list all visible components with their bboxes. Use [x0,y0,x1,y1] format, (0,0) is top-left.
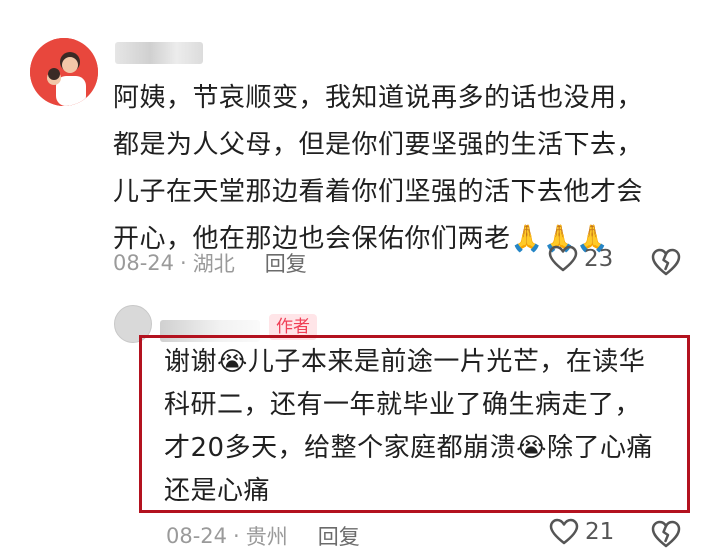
like-count: 23 [584,246,614,272]
dislike-button[interactable] [650,519,682,549]
broken-heart-icon [651,520,681,548]
like-button[interactable]: 23 [548,245,613,273]
like-count: 21 [585,519,615,545]
heart-outline-icon [548,245,578,272]
reply-button[interactable]: 回复 [265,248,307,278]
comment-date: 08-24 [166,524,228,548]
like-button[interactable]: 21 [549,518,614,546]
heart-outline-icon [549,518,579,545]
comment-item: 阿姨，节哀顺变，我知道说再多的话也没用， 都是为人父母，但是你们要坚强的生活下去… [0,0,719,290]
comment-location: 贵州 [245,525,288,549]
broken-heart-icon [651,248,681,276]
comment-date: 08-24 [113,251,175,275]
meta-separator: · [233,524,240,548]
meta-separator: · [180,251,187,275]
reply-button[interactable]: 回复 [318,521,360,551]
dislike-button[interactable] [650,247,682,277]
reply-comment-item: 作者 谢谢😭儿子本来是前途一片光芒，在读华 科研二，还有一年就毕业了确生病走了，… [0,295,719,551]
comment-location: 湖北 [192,252,235,276]
comment-text: 阿姨，节哀顺变，我知道说再多的话也没用， 都是为人父母，但是你们要坚强的生活下去… [113,83,644,254]
avatar[interactable] [30,38,98,106]
comment-meta: 08-24 · 湖北 回复 [113,248,307,278]
comment-meta: 08-24 · 贵州 回复 [166,521,360,551]
comment-text: 谢谢😭儿子本来是前途一片光芒，在读华 科研二，还有一年就毕业了确生病走了， 才2… [164,347,653,506]
username-blurred[interactable] [115,42,203,64]
